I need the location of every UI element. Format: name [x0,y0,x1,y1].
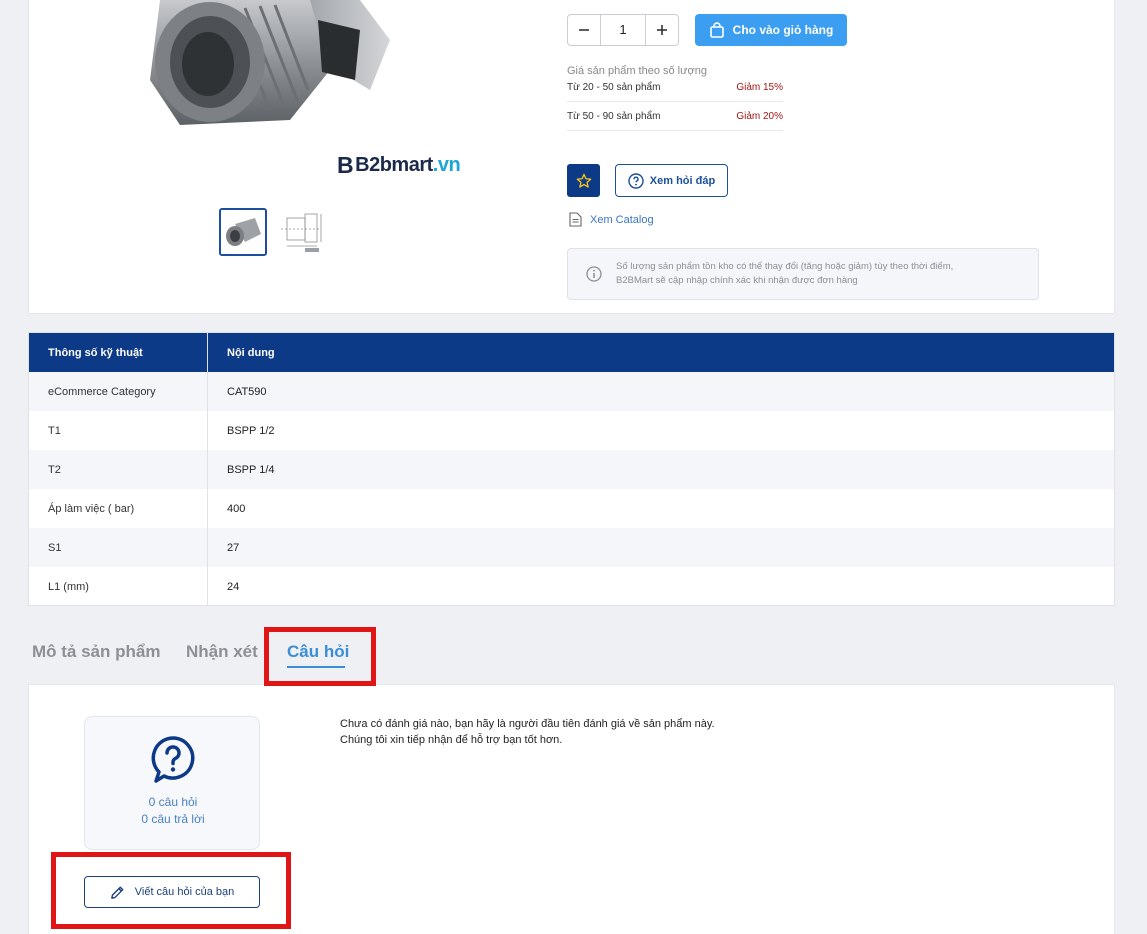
shopping-bag-icon [709,22,724,38]
answer-count: 0 câu trả lời [141,812,205,826]
table-row: S1 27 [29,528,1114,567]
view-qa-label: Xem hỏi đáp [649,174,716,187]
highlight-box-tab [264,627,376,686]
add-to-cart-button[interactable]: Cho vào giỏ hàng [695,14,847,46]
star-icon [576,173,591,188]
empty-questions-message: Chưa có đánh giá nào, bạn hãy là người đ… [340,718,715,746]
quantity-input[interactable]: 1 [600,15,646,45]
question-bubble-icon [151,736,195,783]
quantity-stepper[interactable]: 1 [567,14,679,46]
view-catalog-label: Xem Catalog [590,213,654,226]
price-tier-row: Từ 20 - 50 sản phẩm Giảm 15% [567,73,783,102]
spec-table-header: Thông số kỹ thuật Nội dung [29,333,1114,372]
info-icon [586,266,602,282]
plus-button[interactable] [646,15,678,45]
product-image[interactable] [70,0,500,150]
stock-notice-text: Số lượng sản phẩm tồn kho có thể thay đổ… [616,261,954,286]
table-row: T2 BSPP 1/4 [29,450,1114,489]
add-to-cart-label: Cho vào giỏ hàng [732,23,834,37]
favorite-button[interactable] [567,164,600,197]
question-circle-icon [628,172,644,189]
question-count: 0 câu hỏi [148,795,198,809]
header-spec: Thông số kỹ thuật [29,333,208,372]
plus-icon [657,25,667,35]
tab-reviews[interactable]: Nhận xét [186,642,258,662]
brand-mark-icon: B [337,152,354,178]
spec-table: Thông số kỹ thuật Nội dung eCommerce Cat… [28,332,1115,606]
view-qa-button[interactable]: Xem hỏi đáp [615,164,728,197]
document-icon [569,212,582,227]
view-catalog-link[interactable]: Xem Catalog [569,212,654,227]
highlight-box-button [51,852,291,929]
table-row: Áp làm việc ( bar) 400 [29,489,1114,528]
table-row: T1 BSPP 1/2 [29,411,1114,450]
price-tier-row: Từ 50 - 90 sản phẩm Giảm 20% [567,102,783,131]
minus-button[interactable] [568,15,600,45]
question-stats-box: 0 câu hỏi 0 câu trả lời [84,716,260,850]
thumbnail-drawing[interactable] [275,208,327,256]
thumbnail-photo[interactable] [219,208,267,256]
table-row: L1 (mm) 24 [29,567,1114,606]
stock-notice: Số lượng sản phẩm tồn kho có thể thay đổ… [567,248,1039,300]
header-content: Nội dung [227,346,275,359]
minus-icon [579,29,589,31]
brand-logo: B B2bmart .vn [337,152,461,178]
table-row: eCommerce Category CAT590 [29,372,1114,411]
tab-description[interactable]: Mô tả sản phẩm [32,642,160,662]
